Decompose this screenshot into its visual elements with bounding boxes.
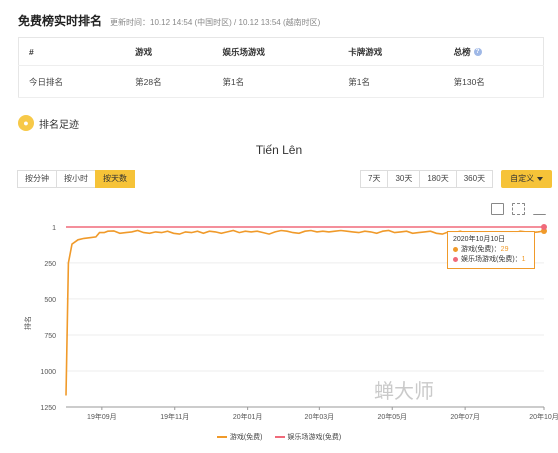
- tooltip-game-label: 游戏(免费)：: [461, 246, 501, 253]
- section-title: 排名足迹: [39, 119, 79, 131]
- watermark: 蝉大师: [374, 381, 434, 403]
- tooltip-date: 2020年10月10日: [453, 236, 506, 243]
- btn-7d[interactable]: 7天: [360, 170, 389, 188]
- x-tick-label: 20年01月: [233, 412, 263, 421]
- legend-casino-label: 娱乐场游戏(免费): [287, 434, 342, 441]
- btn-360d[interactable]: 360天: [455, 170, 494, 188]
- y-tick-label: 250: [44, 261, 56, 268]
- x-tick-label: 20年10月: [529, 412, 558, 421]
- rank-game: 第28名: [125, 65, 213, 98]
- legend-game-label: 游戏(免费): [229, 434, 263, 441]
- info-icon[interactable]: ?: [473, 48, 482, 57]
- legend-casino-line: [274, 436, 285, 438]
- col-card: 卡牌游戏: [338, 37, 444, 67]
- tooltip-game-value: 29: [500, 246, 509, 253]
- legend-item-game[interactable]: 游戏(免费): [216, 432, 263, 442]
- range-group: 7天 30天 180天 360天 自定义: [360, 170, 553, 188]
- btn-by-hour[interactable]: 按小时: [56, 170, 96, 188]
- y-tick-label: 1: [52, 225, 56, 232]
- chart-legend: 游戏(免费) 娱乐场游戏(免费): [0, 432, 558, 442]
- section-heading: ● 排名足迹: [18, 115, 79, 131]
- tooltip-row-game: 游戏(免费)：29: [453, 245, 529, 255]
- col-casino: 娱乐场游戏: [212, 37, 339, 67]
- download-icon[interactable]: [533, 203, 546, 215]
- y-tick-label: 1250: [40, 405, 56, 412]
- tooltip-row-casino: 娱乐场游戏(免费)：1: [453, 255, 529, 265]
- chart-tooltip: 2020年10月10日 游戏(免费)：29 娱乐场游戏(免费)：1: [447, 231, 535, 269]
- custom-label: 自定义: [510, 174, 535, 183]
- rank-card: 第1名: [338, 65, 444, 98]
- rank-table-header: # 游戏 娱乐场游戏 卡牌游戏 总榜?: [18, 37, 544, 67]
- game-dot-icon: [453, 246, 458, 252]
- x-tick-label: 19年11月: [160, 412, 189, 421]
- table-row: 今日排名 第28名 第1名 第1名 第130名: [18, 65, 544, 98]
- rank-casino: 第1名: [212, 65, 339, 98]
- btn-by-day[interactable]: 按天数: [95, 170, 135, 188]
- x-tick-label: 20年07月: [450, 412, 480, 421]
- x-tick-label: 20年05月: [377, 412, 407, 421]
- legend-item-casino[interactable]: 娱乐场游戏(免费): [274, 432, 342, 442]
- col-hash: #: [18, 37, 126, 67]
- y-tick-label: 750: [44, 333, 56, 340]
- y-axis: 125050075010001250: [40, 225, 56, 412]
- series-end-point-1: [541, 224, 547, 230]
- image-save-icon[interactable]: [491, 203, 504, 215]
- update-time: 更新时间：10.12 14:54 (中国时区) / 10.12 13:54 (越…: [110, 18, 321, 27]
- x-tick-label: 20年03月: [305, 412, 335, 421]
- footprint-icon: ●: [18, 115, 34, 131]
- legend-game-line: [216, 436, 227, 438]
- rank-table: # 游戏 娱乐场游戏 卡牌游戏 总榜? 今日排名 第28名 第1名 第1名 第1…: [18, 37, 544, 98]
- y-tick-label: 1000: [40, 369, 56, 376]
- y-axis-label: 排名: [23, 316, 32, 330]
- data-view-icon[interactable]: [512, 203, 525, 215]
- btn-180d[interactable]: 180天: [419, 170, 457, 188]
- x-tick-label: 19年09月: [87, 412, 117, 421]
- realtime-title: 免费榜实时排名: [18, 14, 103, 28]
- btn-30d[interactable]: 30天: [387, 170, 421, 188]
- chart-tools: [491, 203, 546, 215]
- row-label: 今日排名: [18, 65, 126, 98]
- realtime-header: 免费榜实时排名 更新时间：10.12 14:54 (中国时区) / 10.12 …: [18, 12, 320, 29]
- custom-range-button[interactable]: 自定义: [501, 170, 553, 188]
- casino-dot-icon: [453, 256, 458, 262]
- tooltip-casino-value: 1: [521, 256, 526, 263]
- col-overall: 总榜?: [443, 37, 544, 67]
- caret-down-icon: [537, 176, 544, 181]
- tooltip-casino-label: 娱乐场游戏(免费)：: [461, 256, 522, 263]
- x-axis: 19年09月 19年11月 20年01月 20年03月 20年05月 20年07月 20年1…: [66, 406, 558, 421]
- col-overall-label: 总榜: [453, 46, 471, 57]
- y-tick-label: 500: [44, 297, 56, 304]
- rank-overall: 第130名: [443, 65, 544, 98]
- btn-by-minute[interactable]: 按分钟: [17, 170, 57, 188]
- chart-title: Tiến Lên: [255, 143, 303, 157]
- granularity-group: 按分钟 按小时 按天数: [17, 170, 135, 188]
- col-game: 游戏: [125, 37, 213, 67]
